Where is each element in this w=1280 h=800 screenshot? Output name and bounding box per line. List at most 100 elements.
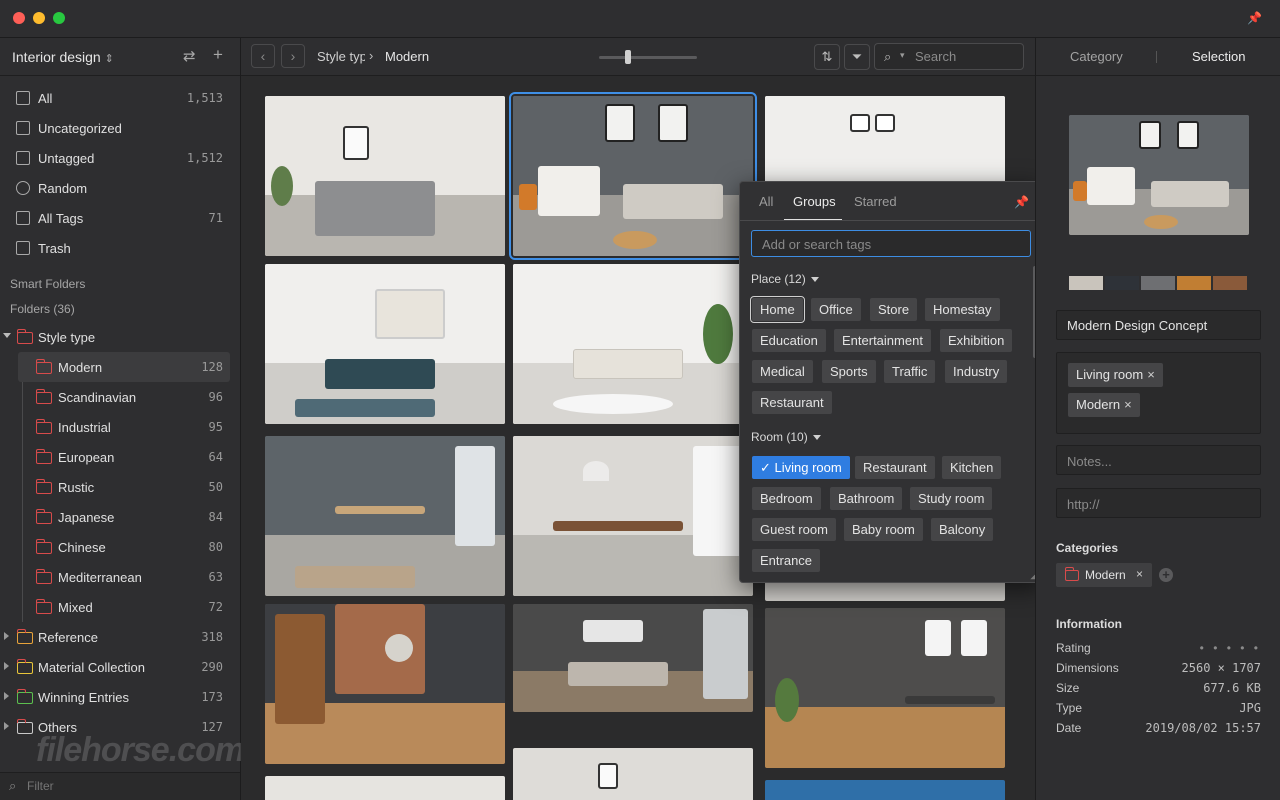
tag-chip[interactable]: Bedroom <box>752 487 821 510</box>
tab-all[interactable]: All <box>759 194 773 209</box>
image-thumbnail[interactable] <box>765 608 1005 768</box>
image-thumbnail[interactable] <box>513 604 753 712</box>
slider-handle[interactable] <box>625 50 631 64</box>
close-icon[interactable]: × <box>1136 567 1143 581</box>
tab-category[interactable]: Category <box>1070 49 1123 64</box>
minimize-window-button[interactable] <box>33 12 45 24</box>
add-category-icon[interactable]: + <box>1159 568 1173 582</box>
tag-chip[interactable]: Medical <box>752 360 813 383</box>
color-swatch[interactable] <box>1105 276 1139 290</box>
tag-chip[interactable]: Guest room <box>752 518 836 541</box>
folder-european[interactable]: European 64 <box>0 442 240 472</box>
tag-chip[interactable]: Bathroom <box>830 487 903 510</box>
add-icon[interactable]: + <box>213 45 223 65</box>
folder-style-type[interactable]: Style type <box>0 322 240 352</box>
tag-chip[interactable]: Office <box>811 298 861 321</box>
sidebar-item-trash[interactable]: Trash <box>0 234 240 264</box>
notes-field[interactable]: Notes... <box>1056 445 1261 475</box>
search-input[interactable] <box>915 49 1015 64</box>
folders-header[interactable]: Folders (36) <box>10 302 75 316</box>
pin-icon[interactable]: 📌 <box>1247 11 1262 25</box>
forward-button[interactable]: › <box>281 44 305 68</box>
tab-groups[interactable]: Groups <box>793 194 836 209</box>
tag-chip[interactable]: Study room <box>910 487 993 510</box>
thumbnail-size-slider[interactable] <box>599 56 697 59</box>
image-thumbnail[interactable] <box>513 748 753 800</box>
sidebar-item-uncategorized[interactable]: Uncategorized <box>0 114 240 144</box>
image-thumbnail-selected[interactable] <box>509 92 757 260</box>
tag-chip[interactable]: Kitchen <box>942 456 1002 479</box>
close-icon[interactable]: × <box>1147 367 1155 382</box>
expand-caret-icon[interactable] <box>3 333 11 338</box>
sidebar-item-random[interactable]: Random <box>0 174 240 204</box>
back-button[interactable]: ‹ <box>251 44 275 68</box>
sort-button[interactable]: ⇅ <box>814 44 840 70</box>
folder-modern[interactable]: Modern 128 <box>18 352 230 382</box>
tag-chip[interactable]: Balcony <box>931 518 994 541</box>
tag-search-box[interactable] <box>751 230 1031 257</box>
image-thumbnail[interactable] <box>265 776 505 800</box>
rating-stars[interactable]: • • • • • <box>1200 641 1261 655</box>
chevron-down-icon[interactable]: ▾ <box>900 50 905 61</box>
image-thumbnail[interactable] <box>265 436 505 596</box>
folder-scandinavian[interactable]: Scandinavian 96 <box>0 382 240 412</box>
tab-selection[interactable]: Selection <box>1192 49 1245 64</box>
tag-chip[interactable]: Home <box>750 296 805 323</box>
tag-chip[interactable]: Sports <box>822 360 876 383</box>
close-window-button[interactable] <box>13 12 25 24</box>
expand-caret-icon[interactable] <box>4 692 9 700</box>
tag-group-room-header[interactable]: Room (10) <box>751 430 821 444</box>
color-swatch[interactable] <box>1213 276 1247 290</box>
tag-chip[interactable]: Education <box>752 329 826 352</box>
expand-caret-icon[interactable] <box>4 632 9 640</box>
tag-search-input[interactable] <box>762 237 1022 252</box>
folder-chinese[interactable]: Chinese 80 <box>0 532 240 562</box>
expand-caret-icon[interactable] <box>4 722 9 730</box>
tag-chip[interactable]: Entertainment <box>834 329 931 352</box>
breadcrumb-current[interactable]: Modern <box>385 49 429 64</box>
folder-mediterranean[interactable]: Mediterranean 63 <box>0 562 240 592</box>
expand-caret-icon[interactable] <box>4 662 9 670</box>
tag-chip[interactable]: Baby room <box>844 518 923 541</box>
color-swatch[interactable] <box>1141 276 1175 290</box>
tags-field[interactable]: Living room × Modern × <box>1056 352 1261 434</box>
url-field[interactable]: http:// <box>1056 488 1261 518</box>
tag-group-place-header[interactable]: Place (12) <box>751 272 819 286</box>
image-thumbnail[interactable] <box>265 96 505 256</box>
search-box[interactable]: ⌕ ▾ <box>874 43 1024 70</box>
sidebar-item-all-tags[interactable]: All Tags 71 <box>0 204 240 234</box>
folder-rustic[interactable]: Rustic 50 <box>0 472 240 502</box>
tag-chip[interactable]: Traffic <box>884 360 936 383</box>
tag-chip[interactable]: Homestay <box>925 298 1000 321</box>
title-field[interactable]: Modern Design Concept <box>1056 310 1261 340</box>
close-icon[interactable]: × <box>1124 397 1132 412</box>
library-switcher[interactable]: Interior design ⇕ <box>12 49 114 65</box>
folder-mixed[interactable]: Mixed 72 <box>0 592 240 622</box>
image-thumbnail[interactable] <box>765 780 1005 800</box>
folder-material-collection[interactable]: Material Collection 290 <box>0 652 240 682</box>
image-thumbnail[interactable] <box>265 604 505 764</box>
image-thumbnail[interactable] <box>265 264 505 424</box>
image-thumbnail[interactable] <box>513 436 753 596</box>
sync-icon[interactable]: ⇄ <box>183 47 196 65</box>
tag-chip-checked[interactable]: ✓ Living room <box>752 456 850 479</box>
folder-industrial[interactable]: Industrial 95 <box>0 412 240 442</box>
category-chip[interactable]: Modern × <box>1056 563 1152 587</box>
filter-input[interactable] <box>27 779 227 793</box>
tag-chip[interactable]: Store <box>870 298 918 321</box>
tag-chip[interactable]: Restaurant <box>855 456 935 479</box>
folder-winning-entries[interactable]: Winning Entries 173 <box>0 682 240 712</box>
tag-chip[interactable]: Exhibition <box>940 329 1013 352</box>
tag-chip[interactable]: Industry <box>945 360 1008 383</box>
pin-icon[interactable]: 📌 <box>1014 195 1029 209</box>
folder-japanese[interactable]: Japanese 84 <box>0 502 240 532</box>
color-swatch[interactable] <box>1177 276 1211 290</box>
tag-chip[interactable]: Restaurant <box>752 391 832 414</box>
breadcrumb-parent[interactable]: Style type <box>317 49 365 64</box>
smart-folders-header[interactable]: Smart Folders <box>10 277 85 291</box>
sidebar-item-all[interactable]: All 1,513 <box>0 84 240 114</box>
image-thumbnail[interactable] <box>513 264 753 424</box>
folder-reference[interactable]: Reference 318 <box>0 622 240 652</box>
tag-chip[interactable]: Entrance <box>752 549 821 572</box>
filter-button[interactable]: ⏷ <box>844 44 870 70</box>
